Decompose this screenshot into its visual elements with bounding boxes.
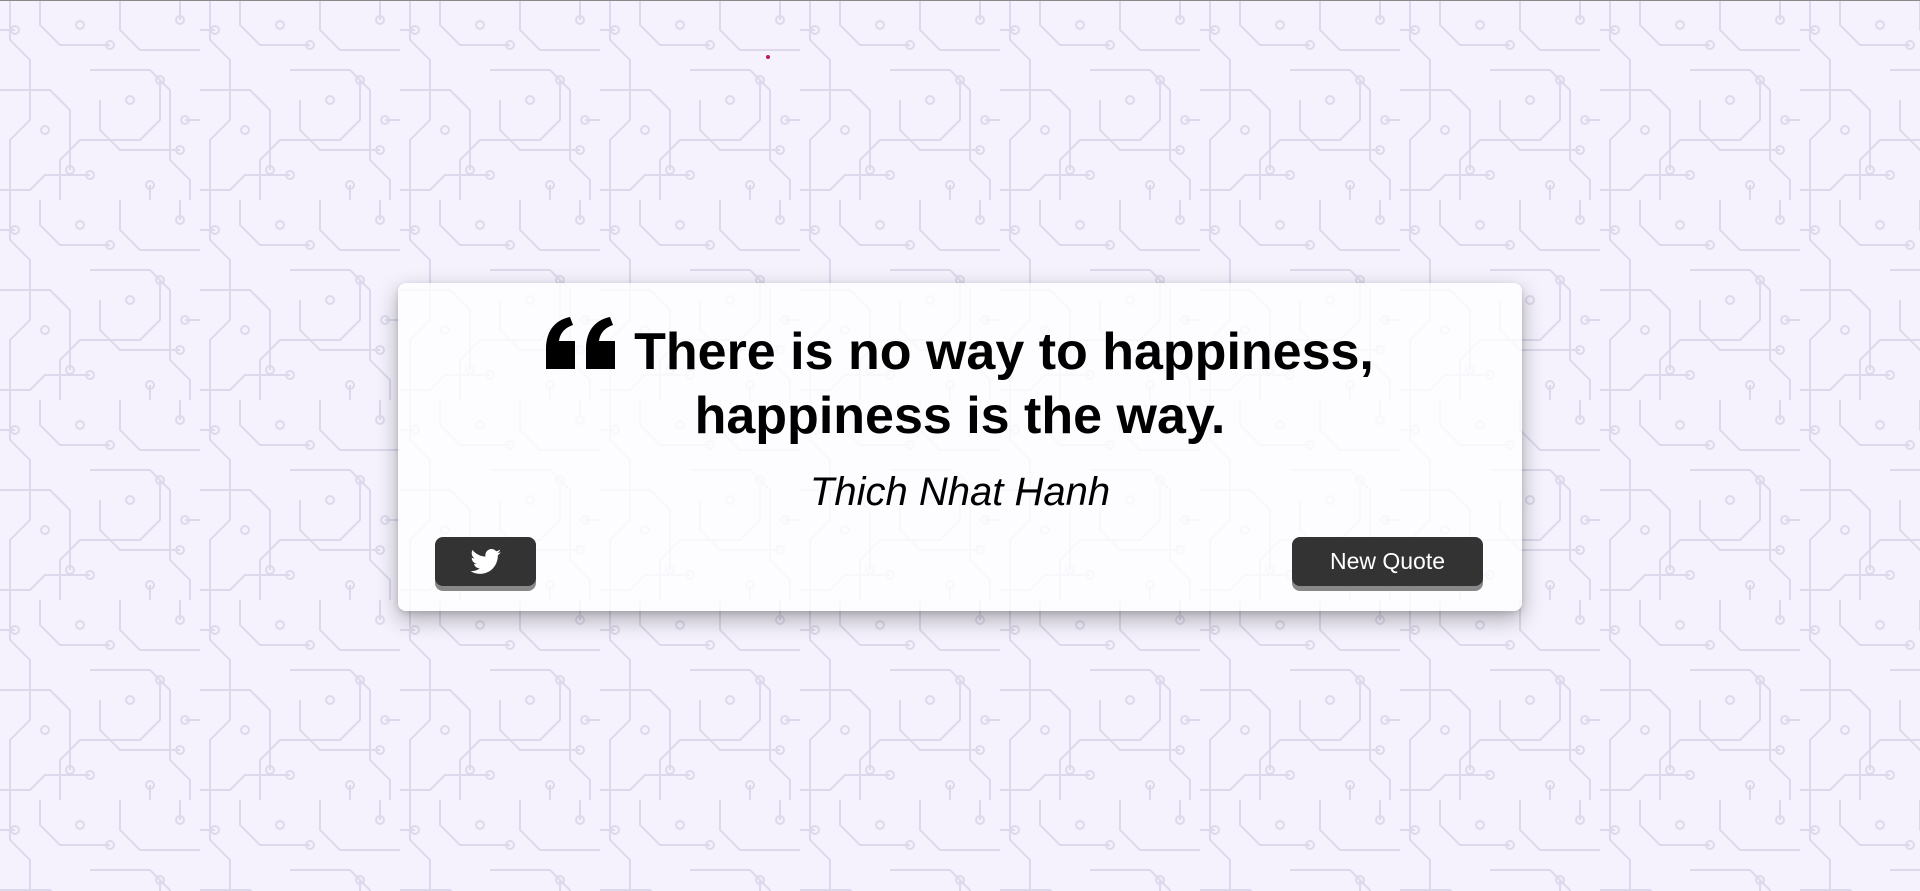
decorative-dot — [766, 55, 770, 59]
tweet-button[interactable] — [435, 537, 536, 586]
quote-text-wrap: There is no way to happiness, happiness … — [398, 317, 1522, 448]
quote-text-block: There is no way to happiness, happiness … — [530, 317, 1390, 448]
top-border-line — [0, 0, 1920, 1]
quote-author: Thich Nhat Hanh — [809, 470, 1111, 514]
twitter-icon — [469, 548, 501, 574]
quote-text: There is no way to happiness, happiness … — [634, 323, 1374, 445]
quote-box: There is no way to happiness, happiness … — [398, 283, 1522, 611]
quote-left-icon — [546, 317, 616, 369]
new-quote-button[interactable]: New Quote — [1292, 537, 1483, 586]
